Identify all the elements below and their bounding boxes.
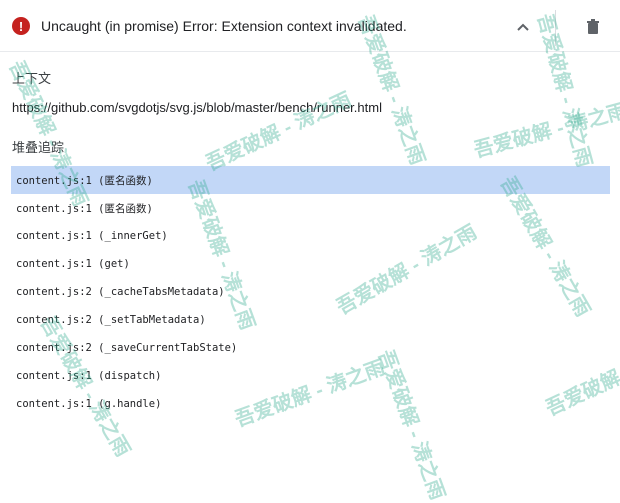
stack-frame[interactable]: content.js:1 (g.handle) xyxy=(11,390,610,418)
error-message: Uncaught (in promise) Error: Extension c… xyxy=(41,18,407,34)
watermark: 吾爱破解 - 涛之雨 xyxy=(471,99,620,163)
context-url: https://github.com/svgdotjs/svg.js/blob/… xyxy=(12,100,382,115)
context-label: 上下文 xyxy=(12,71,52,86)
stack-frame[interactable]: content.js:1 (匿名函数) xyxy=(11,166,610,194)
stack-frame[interactable]: content.js:1 (_innerGet) xyxy=(11,222,610,250)
error-icon: ! xyxy=(12,17,30,35)
watermark: 吾爱破解 - 涛之雨 xyxy=(202,88,355,176)
stack-frame[interactable]: content.js:2 (_saveCurrentTabState) xyxy=(11,334,610,362)
stack-trace-list: content.js:1 (匿名函数) content.js:1 (匿名函数) … xyxy=(11,166,610,418)
stack-trace-label: 堆叠追踪 xyxy=(12,140,65,155)
trash-icon[interactable] xyxy=(582,15,604,37)
chevron-up-icon[interactable] xyxy=(512,16,534,38)
stack-frame[interactable]: content.js:1 (dispatch) xyxy=(11,362,610,390)
divider xyxy=(555,10,556,46)
stack-frame[interactable]: content.js:1 (匿名函数) xyxy=(11,194,610,222)
stack-frame[interactable]: content.js:1 (get) xyxy=(11,250,610,278)
error-header: ! Uncaught (in promise) Error: Extension… xyxy=(0,0,620,52)
stack-frame[interactable]: content.js:2 (_setTabMetadata) xyxy=(11,306,610,334)
stack-frame[interactable]: content.js:2 (_cacheTabsMetadata) xyxy=(11,278,610,306)
